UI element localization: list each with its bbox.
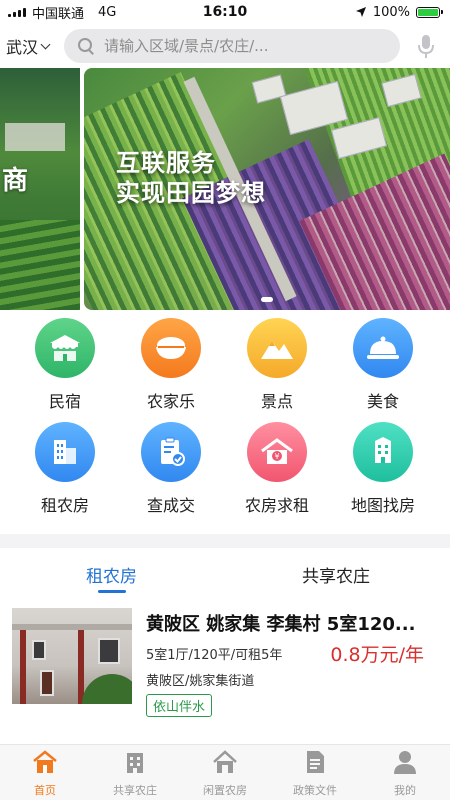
rice-bowl-icon: [141, 318, 201, 378]
category-label: 查成交: [146, 496, 195, 515]
homestay-icon: [35, 318, 95, 378]
search-header: 武汉: [0, 24, 450, 68]
category-label: 农房求租: [244, 496, 309, 515]
category-label: 地图找房: [350, 496, 415, 515]
listing-specs: 5室1厅/120平/可租5年: [146, 648, 283, 663]
carousel-dot-active: [261, 297, 273, 302]
building-icon: [35, 422, 95, 482]
nav-home[interactable]: 首页: [5, 749, 85, 798]
chevron-down-icon: [40, 39, 51, 49]
nav-label: 我的: [394, 784, 416, 797]
category-homestay[interactable]: 民宿: [20, 318, 110, 412]
food-cloche-icon: [353, 318, 413, 378]
banner-slide[interactable]: 互联服务 实现田园梦想: [84, 68, 450, 310]
bottom-navigation: 首页 共享农庄 闲置农房 政策文件 我的: [0, 744, 450, 800]
listing-card[interactable]: 黄陂区 姚家集 李集村 5室120... 5室1厅/120平/可租5年 0.8万…: [0, 600, 450, 725]
listing-price: 0.8万元/年: [330, 644, 424, 666]
home-icon: [33, 750, 57, 773]
city-label: 武汉: [6, 38, 39, 57]
category-label: 景点: [260, 392, 293, 411]
battery-percent: 100%: [372, 4, 410, 20]
nav-profile[interactable]: 我的: [365, 749, 445, 798]
tab-shared-farm[interactable]: 共享农庄: [302, 562, 370, 587]
banner-carousel[interactable]: 商 互联服务 实现田园梦想: [0, 68, 450, 310]
banner-side-text: 商: [2, 166, 29, 196]
nav-label: 共享农庄: [113, 784, 157, 797]
svg-text:¥: ¥: [274, 452, 279, 461]
mountain-icon: [247, 318, 307, 378]
microphone-icon[interactable]: [418, 34, 434, 60]
search-input[interactable]: [104, 37, 374, 55]
nav-label: 首页: [34, 784, 56, 797]
carousel-indicator: [84, 297, 450, 302]
category-label: 美食: [366, 392, 399, 411]
location-arrow-icon: [355, 7, 366, 17]
nav-idle-farmhouse[interactable]: 闲置农房: [185, 749, 265, 798]
nav-policy-documents[interactable]: 政策文件: [275, 749, 355, 798]
profile-icon: [394, 751, 416, 774]
document-icon: [307, 751, 324, 773]
city-selector[interactable]: 武汉: [6, 34, 51, 58]
category-label: 民宿: [48, 392, 81, 411]
category-grid: 民宿 农家乐 景点 美食 租农房 查成交 ¥ 农房求租 地图找房: [0, 318, 450, 523]
category-check-deals[interactable]: 查成交: [126, 422, 216, 516]
tab-rent-farmhouse[interactable]: 租农房: [86, 562, 137, 587]
farm-building-icon: [127, 753, 143, 773]
section-divider: [0, 534, 450, 548]
listing-title: 黄陂区 姚家集 李集村 5室120...: [146, 614, 416, 635]
category-rent-farmhouse[interactable]: 租农房: [20, 422, 110, 516]
listing-tag: 依山伴水: [146, 694, 213, 717]
active-tab-indicator: [98, 590, 126, 593]
banner-title-line1: 互联服务: [116, 149, 216, 177]
listing-thumbnail[interactable]: [12, 608, 132, 704]
category-label: 农家乐: [146, 392, 195, 411]
nav-shared-farm[interactable]: 共享农庄: [95, 749, 175, 798]
banner-title-line2: 实现田园梦想: [116, 179, 266, 207]
category-map-search[interactable]: 地图找房: [338, 422, 428, 516]
listing-address: 黄陂区/姚家集街道: [146, 674, 255, 689]
nav-label: 闲置农房: [203, 784, 247, 797]
banner-title: 互联服务 实现田园梦想: [116, 148, 266, 208]
category-scenic-spot[interactable]: 景点: [232, 318, 322, 412]
battery-icon: [416, 6, 443, 18]
banner-prev-slide[interactable]: 商: [0, 68, 80, 310]
category-food[interactable]: 美食: [338, 318, 428, 412]
nav-label: 政策文件: [293, 784, 337, 797]
house-money-icon: ¥: [247, 422, 307, 482]
listing-tabs: 租农房 共享农庄: [0, 548, 450, 596]
house-icon: [213, 750, 237, 773]
search-bar[interactable]: [64, 29, 400, 63]
search-icon: [78, 38, 94, 54]
category-label: 租农房: [40, 496, 89, 515]
status-right: 100%: [355, 4, 443, 20]
category-seek-rental[interactable]: ¥ 农房求租: [232, 422, 322, 516]
category-farmhouse-dining[interactable]: 农家乐: [126, 318, 216, 412]
clipboard-check-icon: [141, 422, 201, 482]
status-bar: 中国联通 4G 16:10 100%: [0, 0, 450, 24]
map-building-icon: [353, 422, 413, 482]
